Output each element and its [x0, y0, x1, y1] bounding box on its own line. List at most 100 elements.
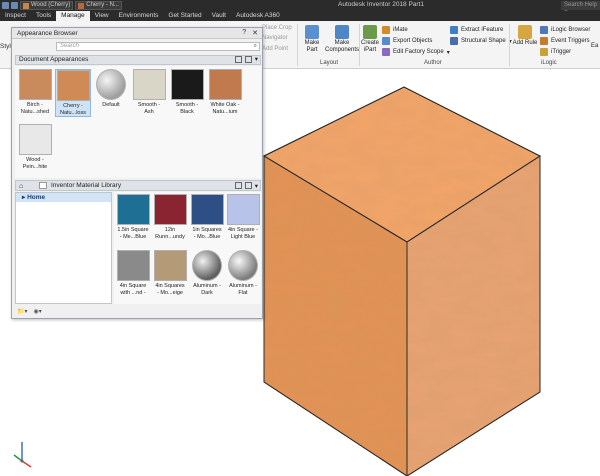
export-objects-button[interactable]: Export Objects [382, 37, 432, 45]
make-components-button[interactable]: Make Components [324, 25, 360, 54]
library-swatch [228, 250, 258, 281]
tab-get-started[interactable]: Get Started [163, 11, 206, 21]
make-part-button[interactable]: Make Part [301, 25, 323, 54]
grid-view-icon[interactable] [234, 56, 242, 63]
appearance-tile[interactable]: Default [93, 69, 129, 109]
tab-view[interactable]: View [90, 11, 114, 21]
imate-button[interactable]: iMate [382, 26, 408, 34]
document-appearances-header[interactable]: Document Appearances ▾ [15, 55, 261, 65]
edit-factory-scope-icon [382, 48, 390, 56]
ribbon-tabs: Inspect Tools Manage View Environments G… [0, 11, 600, 21]
material-search-input[interactable]: Search ⌕ [56, 42, 260, 51]
make-part-icon [305, 25, 319, 39]
library-swatch [116, 250, 150, 281]
window-title: Autodesk Inventor 2018 Part1 [338, 1, 425, 8]
event-triggers-button[interactable]: Event Triggers [540, 37, 590, 45]
library-swatch [153, 194, 187, 225]
event-triggers-icon [540, 37, 548, 45]
appearance-swatch [56, 70, 90, 101]
library-toolbar: ⌂ Inventor Material Library ▾ [15, 180, 261, 191]
material-swatch [23, 2, 29, 9]
chevron-down-icon[interactable]: ▾ [255, 182, 258, 191]
extract-ifeature-icon [450, 26, 458, 34]
tab-vault[interactable]: Vault [207, 11, 231, 21]
ilogic-browser-button[interactable]: iLogic Browser [540, 26, 590, 34]
tab-environments[interactable]: Environments [114, 11, 164, 21]
add-rule-icon [518, 25, 532, 39]
search-icon[interactable]: ⌕ [254, 43, 257, 50]
appearance-tile[interactable]: White Oak - Natu...ium [207, 69, 243, 115]
imate-icon [382, 26, 390, 34]
folder-icon[interactable]: 📁▾ [17, 308, 27, 315]
close-icon[interactable]: ✕ [252, 29, 258, 37]
tab-manage[interactable]: Manage [56, 11, 90, 21]
appearance-swatch [170, 69, 204, 100]
structural-shape-icon [450, 37, 458, 45]
library-tile[interactable]: 4in Square with ...nd - [115, 250, 151, 296]
appearance-browser-panel: Appearance Browser ? ✕ Search ⌕ Document… [11, 27, 263, 319]
library-tile[interactable]: 1.5in Square - Me...Blue [115, 194, 151, 240]
library-name[interactable]: Inventor Material Library [51, 181, 121, 190]
library-tile[interactable]: 1in Squares - Mo...Blue [189, 194, 225, 240]
document-appearances-grid: Birch - Natu...shed Cherry - Natu...loss… [15, 66, 261, 178]
grid-view-icon[interactable] [234, 182, 242, 189]
create-ipart-icon [363, 25, 377, 39]
library-swatch [192, 250, 222, 281]
ribbon-separator [509, 24, 510, 66]
make-components-icon [335, 25, 349, 39]
library-swatch [116, 194, 150, 225]
library-tree: ▸ Home [15, 192, 112, 304]
library-tile[interactable]: 4in Squares - Mo...eige [152, 250, 188, 296]
material-combo[interactable]: Wood (Cherry) [20, 1, 74, 10]
extract-ifeature-button[interactable]: Extract iFeature [450, 26, 503, 34]
chevron-down-icon[interactable]: ▾ [255, 56, 258, 64]
library-tile[interactable]: Aluminum - Flat [225, 250, 261, 296]
group-label-author: Author [424, 60, 442, 66]
library-swatch [226, 194, 260, 225]
library-dropdown[interactable] [39, 182, 47, 189]
appearance-tile[interactable]: Birch - Natu...shed [17, 69, 53, 115]
itrigger-icon [540, 48, 548, 56]
tree-item-home[interactable]: ▸ Home [16, 193, 111, 202]
add-point-button[interactable]: Add Point [262, 46, 288, 52]
library-swatch [190, 194, 224, 225]
structural-shape-button[interactable]: Structural Shape ▾ [450, 37, 512, 45]
appearance-swatch [208, 69, 242, 100]
appearance-tile[interactable]: Wood - Pein...hite [17, 124, 53, 170]
tab-inspect[interactable]: Inspect [0, 11, 31, 21]
list-view-icon[interactable] [244, 56, 252, 63]
browser-footer: 📁▾ ◉▾ [15, 306, 261, 317]
appearance-combo[interactable]: Cherry - N... [75, 1, 122, 10]
ribbon-separator [297, 24, 298, 66]
group-label-layout: Layout [320, 60, 339, 66]
appearance-tile[interactable]: Smooth - Black [169, 69, 205, 115]
ribbon-cut-label: Ea [591, 43, 599, 49]
list-view-icon[interactable] [244, 182, 252, 189]
home-icon[interactable]: ⌂ [19, 182, 23, 191]
edit-factory-scope-button[interactable]: Edit Factory Scope ▾ [382, 48, 450, 56]
add-rule-button[interactable]: Add Rule [511, 25, 539, 47]
appearance-swatch [96, 69, 126, 100]
globe-icon[interactable]: ◉▾ [33, 308, 41, 315]
appearance-swatch [78, 2, 85, 9]
library-swatch [153, 250, 187, 281]
appearance-tile-selected[interactable]: Cherry - Natu...loss [55, 69, 91, 117]
create-ipart-button[interactable]: Create iPart [361, 25, 379, 54]
library-tile[interactable]: 12in Runn...undy [152, 194, 188, 240]
appearance-swatch [18, 69, 52, 100]
tab-autodesk-a360[interactable]: Autodesk A360 [231, 11, 285, 21]
library-tile[interactable]: 4in Square - Light Blue [225, 194, 261, 240]
browser-titlebar[interactable]: Appearance Browser ? ✕ [12, 28, 262, 39]
save-icon[interactable] [2, 2, 9, 9]
library-tile[interactable]: Aluminum - Dark [189, 250, 225, 296]
triangle-right-icon: ▸ [22, 194, 26, 201]
tab-tools[interactable]: Tools [31, 11, 56, 21]
itrigger-button[interactable]: iTrigger [540, 48, 571, 56]
place-crop-button[interactable]: Place Crop [262, 25, 292, 31]
appearance-tile[interactable]: Smooth - Ash [131, 69, 167, 115]
help-icon[interactable]: ? [242, 29, 246, 37]
help-search-input[interactable]: Search Help F [561, 1, 600, 17]
undo-icon[interactable] [11, 2, 18, 9]
navigator-button[interactable]: Navigator [262, 35, 288, 41]
appearance-swatch [132, 69, 166, 100]
